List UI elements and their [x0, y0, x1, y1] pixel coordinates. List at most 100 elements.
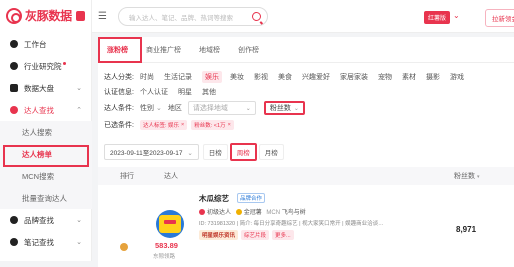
column-header-creator: 达人 [164, 173, 178, 180]
workbench-icon [10, 40, 18, 48]
period-day[interactable]: 日榜 [202, 144, 228, 160]
sidebar-item-creator-search[interactable]: 达人查找 ⌃ [0, 99, 92, 121]
close-icon[interactable]: × [228, 122, 231, 128]
tab-creation[interactable]: 创作榜 [229, 37, 268, 63]
sidebar-item-label: 笔记查找 [24, 237, 54, 247]
fans-dropdown-label: 粉丝数 [269, 105, 291, 112]
fans-dropdown[interactable]: 粉丝数 ⌄ [263, 101, 305, 115]
region-select[interactable]: 请选择地域 ⌄ [187, 101, 256, 115]
tab-commercial[interactable]: 商业推广榜 [137, 37, 190, 63]
category-option[interactable]: 游戏 [450, 72, 464, 82]
search-input[interactable]: 输入达人、笔记、品牌、热词等搜索 [118, 7, 268, 26]
sidebar-subitem-creator-search[interactable]: 达人搜索 [0, 121, 92, 143]
certification-option[interactable]: 明星 [178, 87, 192, 97]
search-person-icon [10, 106, 18, 114]
sidebar-subitem-batch-query[interactable]: 批量查询达人 [0, 187, 92, 209]
search-icon[interactable] [252, 12, 261, 21]
category-option[interactable]: 宠物 [378, 72, 392, 82]
chevron-down-icon: ⌄ [76, 239, 82, 246]
promo-button[interactable]: 拉新领会员 [485, 9, 514, 27]
sidebar-item-label: 品牌查找 [24, 215, 54, 225]
category-option[interactable]: 影视 [254, 72, 268, 82]
note-icon [10, 238, 18, 246]
close-icon[interactable]: × [181, 122, 184, 128]
creator-mcn[interactable]: 飞鸟与树 [282, 210, 306, 216]
sidebar-item-label: 达人查找 [24, 105, 54, 115]
date-range-text: 2023-09-11至2023-09-17 [110, 150, 183, 157]
period-week[interactable]: 周榜 [229, 143, 257, 161]
chevron-down-icon: ⌄ [187, 150, 193, 157]
subitem-label: 达人搜索 [22, 127, 52, 137]
sidebar-subitem-mcn-search[interactable]: MCN搜索 [0, 165, 92, 187]
chevron-down-icon: ⌄ [293, 105, 299, 112]
search-placeholder: 输入达人、笔记、品牌、热词等搜索 [129, 14, 233, 22]
filter-label: 已选条件: [104, 122, 134, 129]
logo[interactable]: 灰豚数据 [6, 7, 85, 24]
new-dot-badge [62, 61, 66, 65]
certification-option[interactable]: 个人认证 [140, 87, 168, 97]
condition-chip[interactable]: 达人标签: 娱乐 × [139, 120, 188, 130]
sidebar: 灰豚数据 工作台 行业研究院 数据大盘 ⌄ 达人查找 ⌃ 达人搜索 达人榜单 M… [0, 0, 92, 261]
dashboard-icon [10, 84, 18, 92]
table-row[interactable]: 583.89 东隙领路 木瓜综艺 品牌合作 初级达人 金冠薯 MCN 飞鸟与树 … [98, 185, 514, 267]
selected-conditions-row: 已选条件: 达人标签: 娱乐 × 粉丝数: <1万 × [104, 120, 238, 130]
category-option-selected[interactable]: 娱乐 [201, 71, 222, 83]
certification-option[interactable]: 其他 [202, 87, 216, 97]
avatar[interactable] [156, 210, 184, 238]
chevron-down-icon[interactable]: ⌄ [453, 11, 460, 20]
vip-badge[interactable]: 红薯版 [424, 11, 451, 24]
ranking-tabs: 涨粉榜 商业推广榜 地域榜 创作榜 [98, 37, 514, 63]
filter-label: 认证信息: [104, 89, 134, 96]
sidebar-item-research[interactable]: 行业研究院 [0, 55, 92, 77]
region-placeholder: 请选择地域 [192, 105, 228, 112]
chevron-up-icon: ⌃ [76, 107, 82, 114]
certification-filter-row: 认证信息: 个人认证 明星 其他 [104, 87, 226, 97]
category-filter-row: 达人分类: 时尚 生活记录 娱乐 美妆 影视 美食 兴趣爱好 家居家装 宠物 素… [104, 71, 474, 83]
top-bar: ☰ 输入达人、笔记、品牌、热词等搜索 红薯版 ⌄ 拉新领会员 [92, 0, 514, 33]
category-option[interactable]: 素材 [402, 72, 416, 82]
category-option[interactable]: 兴趣爱好 [302, 72, 330, 82]
brand-cooperation-tag: 品牌合作 [237, 193, 266, 203]
category-option[interactable]: 时尚 [140, 72, 154, 82]
creator-score: 583.89 [155, 241, 178, 250]
column-header-fans[interactable]: 粉丝数 ▾ [454, 171, 479, 181]
highlight-fans-growth-tab [98, 37, 142, 63]
date-range-picker[interactable]: 2023-09-11至2023-09-17 ⌄ [104, 144, 199, 160]
period-month[interactable]: 月榜 [258, 144, 284, 160]
creator-name[interactable]: 木瓜综艺 [199, 193, 229, 204]
category-option[interactable]: 生活记录 [164, 72, 192, 82]
highlight-creator-ranking [3, 145, 89, 167]
logo-menu-icon [75, 10, 85, 21]
filter-label: 达人分类: [104, 74, 134, 81]
category-option[interactable]: 美食 [278, 72, 292, 82]
condition-chip[interactable]: 粉丝数: <1万 × [191, 120, 234, 130]
menu-toggle-icon[interactable]: ☰ [98, 11, 107, 22]
conditions-filter-row: 达人条件: 性别 ⌄ 地区 请选择地域 ⌄ 粉丝数 ⌄ [104, 101, 313, 115]
category-option[interactable]: 家居家装 [340, 72, 368, 82]
more-tags[interactable]: 更多... [272, 230, 294, 240]
sidebar-item-note-search[interactable]: 笔记查找 ⌄ [0, 231, 92, 253]
creator-tag: 综艺片段 [241, 230, 270, 240]
creator-tags: 明星娱乐资讯 综艺片段 更多... [199, 230, 294, 240]
column-header-fans-label: 粉丝数 [454, 173, 475, 180]
tab-region[interactable]: 地域榜 [190, 37, 229, 63]
logo-icon [6, 7, 22, 24]
category-option[interactable]: 美妆 [230, 72, 244, 82]
sidebar-item-dashboard[interactable]: 数据大盘 ⌄ [0, 77, 92, 99]
creator-meta: 初级达人 金冠薯 MCN 飞鸟与树 [199, 207, 306, 216]
chevron-down-icon: ⌄ [76, 217, 82, 224]
gender-dropdown[interactable]: 性别 [140, 103, 154, 113]
sidebar-item-brand-search[interactable]: 品牌查找 ⌄ [0, 209, 92, 231]
creator-rank-label: 金冠薯 [243, 210, 262, 216]
sidebar-item-workbench[interactable]: 工作台 [0, 33, 92, 55]
creator-fans: 8,971 [456, 225, 477, 234]
research-icon [10, 62, 18, 70]
creator-tag: 明星娱乐资讯 [199, 230, 239, 240]
subitem-label: MCN搜索 [22, 171, 55, 181]
mcn-label: MCN [266, 210, 281, 216]
level-icon [199, 209, 205, 215]
chevron-down-icon: ⌄ [245, 105, 251, 112]
sidebar-item-label: 数据大盘 [24, 83, 54, 93]
chevron-down-icon[interactable]: ⌄ [156, 104, 162, 112]
category-option[interactable]: 摄影 [426, 72, 440, 82]
